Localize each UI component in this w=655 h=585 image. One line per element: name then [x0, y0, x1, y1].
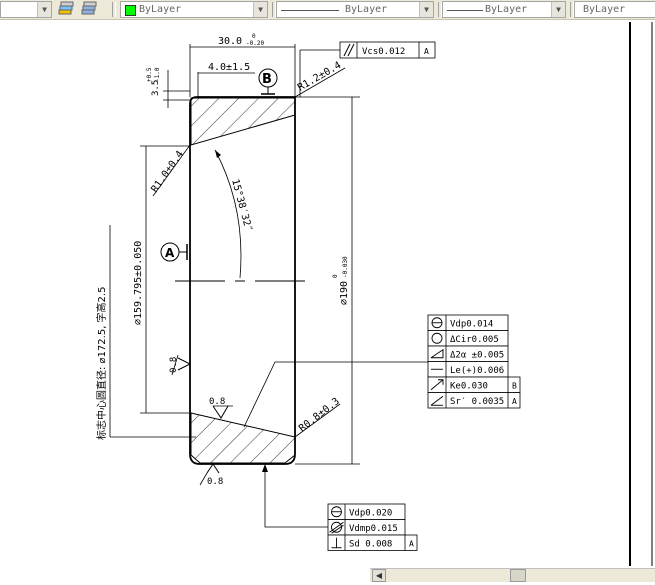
- fcf-value: Sr′ 0.0035: [450, 397, 504, 407]
- radius-left: R1.0±0.4: [149, 149, 186, 195]
- roughness-left: 0.8: [169, 357, 179, 373]
- fcf-value: ΔCir0.005: [450, 335, 499, 345]
- scroll-thumb[interactable]: [510, 569, 526, 582]
- fcf-row: Vdp0.020: [327, 503, 406, 520]
- part-section: [175, 96, 305, 465]
- fcf-row: Sr′ 0.0035 A: [427, 392, 521, 409]
- fcf-row: Vdmp0.015: [327, 519, 406, 536]
- fcf-value: Vdmp0.015: [349, 524, 398, 534]
- fcf-top-value: Vcs0.012: [362, 47, 405, 57]
- layer-states-icon[interactable]: [56, 1, 75, 18]
- lineweight-dropdown-label: ByLayer: [485, 4, 528, 15]
- roughness-bottom: 0.8: [207, 477, 223, 487]
- properties-toolbar: ▼ ByLayer ▼ ByLayer ▼ ByLayer ▼ ByLayer: [0, 0, 655, 20]
- chevron-down-icon: ▼: [419, 2, 433, 17]
- chevron-down-icon: ▼: [253, 2, 267, 17]
- model-tabs-area: [0, 568, 370, 585]
- fcf-datum: A: [512, 397, 517, 406]
- dim-height-tol-lower: -0.030: [342, 256, 349, 278]
- fcf-datum: A: [409, 540, 414, 549]
- fcf-bottom: Vdp0.020 Vdmp0.015 Sd 0.008 A: [327, 503, 418, 551]
- fcf-value: Ke0.030: [450, 382, 488, 392]
- fcf-right: Vdp0.014ΔCir0.005Δ2α ±0.005Le(+)0.006Ke0…: [427, 314, 521, 409]
- fcf-datum: B: [512, 382, 517, 391]
- layer-dropdown[interactable]: ▼: [0, 1, 52, 18]
- scroll-left-icon[interactable]: ◀: [372, 569, 386, 582]
- plotstyle-dropdown[interactable]: ByLayer: [574, 1, 655, 18]
- linetype-dropdown-label: ByLayer: [345, 4, 388, 15]
- color-dropdown-label: ByLayer: [139, 4, 182, 15]
- fcf-top-datum: A: [424, 47, 429, 56]
- color-dropdown[interactable]: ByLayer ▼: [120, 1, 268, 18]
- layer-previous-icon[interactable]: [79, 1, 98, 18]
- fcf-value: Δ2α ±0.005: [450, 351, 504, 361]
- fcf-row: Sd 0.008 A: [327, 534, 418, 551]
- dim-small-tol-upper: +0.5: [146, 67, 153, 82]
- dim-width-tol-lower: -0.20: [246, 40, 264, 47]
- datum-a-label: A: [165, 246, 175, 260]
- fcf-value: Sd 0.008: [349, 540, 392, 550]
- dim-width: 30.0: [218, 36, 242, 47]
- fcf-row: ΔCir0.005: [427, 330, 509, 347]
- fcf-row: Δ2α ±0.005: [427, 345, 509, 362]
- dim-offset: 4.0±1.5: [208, 62, 250, 73]
- fcf-row: Le(+)0.006: [427, 361, 509, 378]
- roughness-icon: [212, 405, 229, 419]
- dim-height-tol-upper: 0: [332, 274, 339, 278]
- color-swatch: [125, 5, 136, 16]
- datum-b-label: B: [262, 72, 272, 87]
- radius-bottom-right: R0.8±0.3: [297, 396, 342, 434]
- roughness-icon: [177, 357, 192, 371]
- horizontal-scrollbar[interactable]: ◀: [370, 568, 655, 582]
- plotstyle-dropdown-label: ByLayer: [583, 4, 626, 15]
- roughness-top: 0.8: [209, 397, 225, 407]
- fcf-row: Vdp0.014: [427, 314, 509, 331]
- dim-height: ⌀190: [339, 281, 350, 305]
- drawing-canvas[interactable]: 30.0 0 -0.20 4.0±1.5 3.5 +0.5 -1.0 B R1.…: [0, 20, 655, 568]
- dim-diameter: ⌀159.795±0.050: [133, 241, 144, 325]
- dim-width-tol-upper: 0: [252, 33, 256, 40]
- toolbar-separator: [112, 2, 116, 17]
- fcf-row: Ke0.030 B: [427, 376, 521, 393]
- dim-small-tol-lower: -1.0: [154, 67, 161, 82]
- fcf-value: Vdp0.014: [450, 320, 493, 330]
- chevron-down-icon: ▼: [551, 2, 565, 17]
- fcf-value: Le(+)0.006: [450, 366, 504, 376]
- fcf-value: Vdp0.020: [349, 509, 392, 519]
- chevron-down-icon: ▼: [37, 2, 51, 17]
- angle-dim: 15°38′32″: [229, 178, 254, 233]
- dim-reference-note: 标志中心圆直径: ⌀172.5, 字高2.5: [95, 287, 108, 440]
- linetype-dropdown[interactable]: ByLayer ▼: [276, 1, 434, 18]
- radius-top-right: R1.2±0.4: [296, 60, 343, 94]
- roughness-icon: [206, 463, 220, 474]
- lineweight-dropdown[interactable]: ByLayer ▼: [442, 1, 566, 18]
